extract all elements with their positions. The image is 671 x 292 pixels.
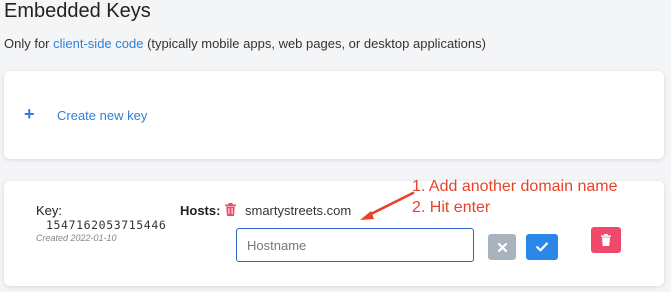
trash-icon[interactable] bbox=[225, 203, 236, 216]
trash-icon bbox=[601, 234, 611, 246]
hosts-label: Hosts: bbox=[180, 203, 221, 218]
check-icon bbox=[536, 242, 548, 252]
host-item: smartystreets.com bbox=[245, 203, 352, 218]
key-created-date: Created 2022-01-10 bbox=[36, 233, 117, 243]
page-subtitle: Only for client-side code (typically mob… bbox=[4, 36, 486, 51]
delete-key-button[interactable] bbox=[591, 227, 621, 253]
hostname-input[interactable] bbox=[236, 228, 474, 262]
key-value: 1547162053715446 bbox=[46, 218, 167, 232]
cancel-button[interactable] bbox=[488, 234, 516, 260]
annotation-step-2: 2. Hit enter bbox=[412, 199, 491, 216]
subtitle-prefix: Only for bbox=[4, 36, 54, 51]
annotation-step-1: 1. Add another domain name bbox=[412, 178, 618, 195]
plus-icon[interactable]: + bbox=[24, 105, 35, 123]
create-new-key-link[interactable]: Create new key bbox=[57, 108, 147, 123]
annotation-arrow bbox=[360, 191, 415, 220]
annotation-text: 1. Add another domain name 2. Hit enter bbox=[412, 176, 667, 218]
confirm-button[interactable] bbox=[526, 234, 558, 260]
close-icon bbox=[497, 242, 507, 252]
subtitle-suffix: (typically mobile apps, web pages, or de… bbox=[143, 36, 486, 51]
client-side-code-link[interactable]: client-side code bbox=[53, 36, 143, 51]
page-title: Embedded Keys bbox=[4, 0, 151, 22]
key-label: Key: bbox=[36, 203, 63, 218]
create-key-card: + Create new key bbox=[4, 71, 664, 159]
